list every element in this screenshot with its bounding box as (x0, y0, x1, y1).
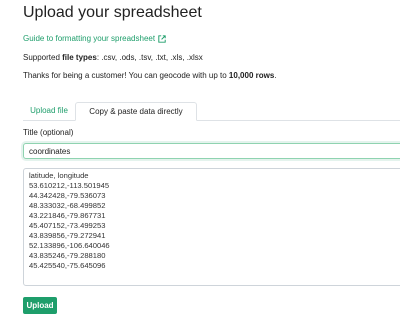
data-line: 43.835246,-79.288180 (29, 251, 106, 260)
data-line: 43.839856,-79.272941 (29, 231, 106, 240)
guide-link[interactable]: Guide to formatting your spreadsheet (23, 34, 166, 43)
data-line: latitude, longitude (29, 171, 89, 180)
tab-paste-data[interactable]: Copy & paste data directly (75, 102, 197, 121)
guide-link-label: Guide to formatting your spreadsheet (23, 34, 156, 43)
title-label: Title (optional) (23, 128, 74, 137)
data-line: 52.133896,-106.640046 (29, 241, 110, 250)
data-line: 45.425540,-75.645096 (29, 261, 106, 270)
data-textarea[interactable]: latitude, longitude 53.610212,-113.501945… (23, 168, 400, 286)
title-input[interactable] (23, 143, 400, 159)
customer-notice: Thanks for being a customer! You can geo… (23, 71, 277, 80)
supported-file-types: Supported file types: .csv, .ods, .tsv, … (23, 53, 203, 62)
input-method-tabs: Upload file Copy & paste data directly (23, 102, 400, 121)
tab-upload-file[interactable]: Upload file (23, 102, 75, 120)
upload-button[interactable]: Upload (23, 297, 57, 314)
external-link-icon (158, 34, 166, 43)
data-line: 45.407152,-73.499253 (29, 221, 106, 230)
data-line: 53.610212,-113.501945 (29, 181, 110, 190)
page-title: Upload your spreadsheet (23, 4, 202, 21)
data-line: 44.342428,-79.536073 (29, 191, 106, 200)
data-line: 48.333032,-68.499852 (29, 201, 106, 210)
data-line: 43.221846,-79.867731 (29, 211, 106, 220)
